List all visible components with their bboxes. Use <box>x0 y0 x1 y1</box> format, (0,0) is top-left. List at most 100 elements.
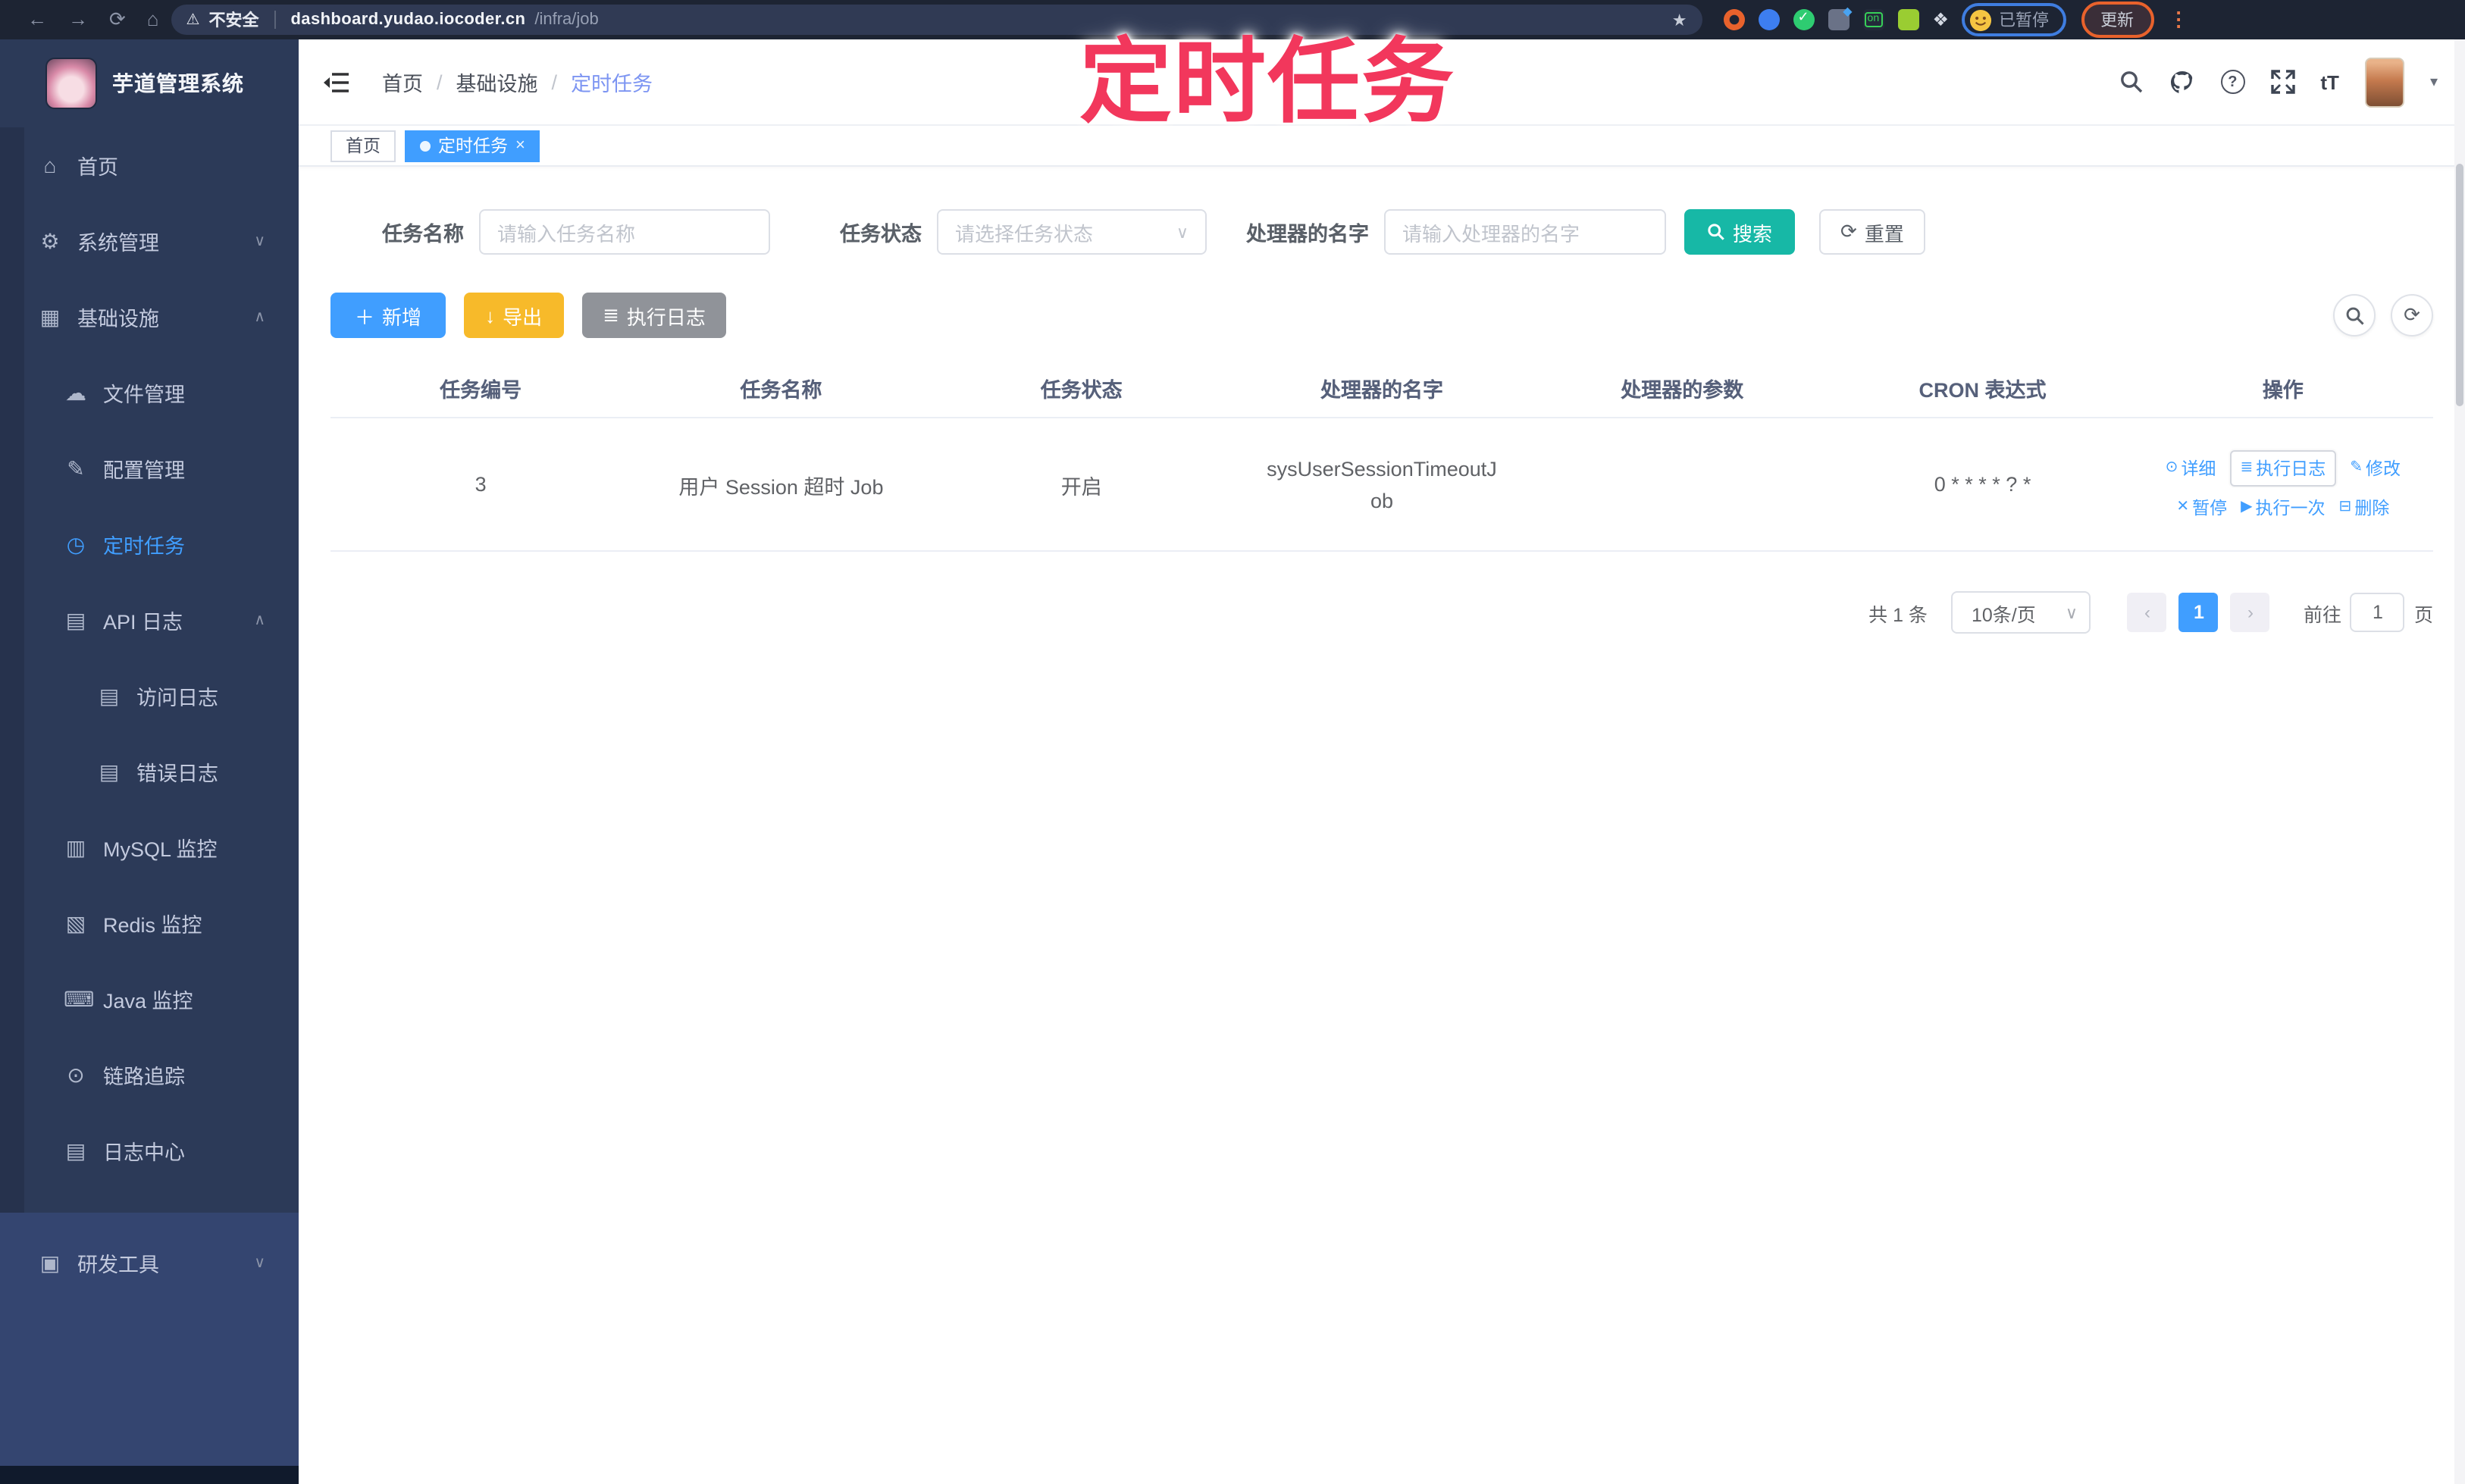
edit-link[interactable]: ✎ 修改 <box>2350 456 2401 480</box>
back-icon[interactable]: ← <box>27 0 47 39</box>
sidebar-item-config-management[interactable]: ✎ 配置管理 <box>0 430 299 506</box>
page-size-select[interactable]: 10条/页 ∨ <box>1951 591 2091 634</box>
browser-menu-icon[interactable]: ⋮ <box>2169 8 2188 32</box>
extensions-area: ❖ <box>1723 5 1950 30</box>
extensions-puzzle-icon[interactable]: ❖ <box>1933 9 1950 30</box>
main-area: 首页 / 基础设施 / 定时任务 ? tT ▾ 首页 定时任务 × 任务名称 请… <box>299 39 2465 1484</box>
scrollbar-thumb[interactable] <box>2456 164 2463 406</box>
sidebar-item-redis-monitor[interactable]: ▧ Redis 监控 <box>0 885 299 961</box>
sidebar-item-mysql-monitor[interactable]: ▥ MySQL 监控 <box>0 809 299 885</box>
run-once-label: 执行一次 <box>2255 499 2326 518</box>
tab-scheduled-jobs[interactable]: 定时任务 × <box>405 130 540 161</box>
add-button[interactable]: ＋ 新增 <box>330 293 446 338</box>
user-menu-caret-icon[interactable]: ▾ <box>2430 74 2438 90</box>
extension-icon-key[interactable] <box>1897 9 1919 30</box>
row-exec-log-link[interactable]: ≣ 执行日志 <box>2229 449 2337 486</box>
url-domain: dashboard.yudao.iocoder.cn <box>290 11 526 29</box>
reset-button-label: 重置 <box>1864 222 1904 245</box>
table-toolbar: ＋ 新增 ↓ 导出 ≣ 执行日志 ⟳ <box>330 293 2433 338</box>
top-navbar: 首页 / 基础设施 / 定时任务 ? tT ▾ <box>299 39 2465 126</box>
page-scrollbar[interactable] <box>2454 39 2465 1484</box>
sidebar-item-label: 基础设施 <box>77 308 159 330</box>
export-button[interactable]: ↓ 导出 <box>464 293 564 338</box>
github-icon[interactable] <box>2169 70 2194 94</box>
next-page-button[interactable]: › <box>2230 593 2270 632</box>
help-icon[interactable]: ? <box>2220 70 2245 94</box>
extension-icon-green-check[interactable] <box>1793 9 1815 30</box>
sidebar-item-tracing[interactable]: ⊙ 链路追踪 <box>0 1037 299 1113</box>
app-title: 芋道管理系统 <box>112 71 244 95</box>
breadcrumb-infrastructure[interactable]: 基础设施 <box>456 67 538 97</box>
detail-link[interactable]: ⊙ 详细 <box>2166 456 2216 480</box>
font-size-icon[interactable]: tT <box>2320 70 2339 93</box>
extension-icon-blue[interactable] <box>1758 9 1780 30</box>
extension-icon-grid[interactable] <box>1828 5 1853 30</box>
job-status-label: 任务状态 <box>840 223 922 246</box>
job-name-placeholder: 请输入任务名称 <box>497 222 636 245</box>
sidebar-item-access-log[interactable]: ▤ 访问日志 <box>0 658 299 734</box>
forward-icon[interactable]: → <box>68 0 88 39</box>
tab-close-icon[interactable]: × <box>515 136 525 155</box>
sidebar-item-label: 日志中心 <box>103 1141 185 1164</box>
sidebar-item-error-log[interactable]: ▤ 错误日志 <box>0 734 299 809</box>
edit-icon: ✎ <box>67 456 85 480</box>
profile-paused-badge[interactable]: 已暂停 <box>1961 3 2066 36</box>
tab-bar: 首页 定时任务 × <box>299 126 2465 167</box>
goto-page-input[interactable]: 1 <box>2350 593 2405 632</box>
col-handler-param: 处理器的参数 <box>1621 379 1744 402</box>
list-icon: ≣ <box>2240 459 2254 476</box>
tab-home[interactable]: 首页 <box>330 130 396 161</box>
sidebar-item-home[interactable]: ⌂ 首页 <box>0 127 299 203</box>
browser-nav: ← → ⟳ ⌂ <box>12 0 171 39</box>
pause-link[interactable]: ✕ 暂停 <box>2176 495 2227 519</box>
refresh-table-button[interactable]: ⟳ <box>2391 294 2433 337</box>
job-status-placeholder: 请选择任务状态 <box>955 222 1094 245</box>
sidebar-fold-icon[interactable] <box>323 70 349 93</box>
sidebar-item-system-management[interactable]: ⚙ 系统管理 ∨ <box>0 203 299 279</box>
navbar-actions: ? tT ▾ <box>2119 57 2438 107</box>
reload-icon[interactable]: ⟳ <box>109 0 126 39</box>
browser-update-button[interactable]: 更新 <box>2081 2 2154 38</box>
user-avatar[interactable] <box>2364 57 2404 107</box>
sidebar-item-scheduled-jobs[interactable]: ◷ 定时任务 <box>0 506 299 582</box>
cell-handler-name: sysUserSessionTimeoutJob <box>1232 437 1532 531</box>
chevron-up-icon: ∧ <box>254 612 265 628</box>
breadcrumb: 首页 / 基础设施 / 定时任务 <box>382 67 653 97</box>
extension-icon-on-badge[interactable] <box>1862 9 1884 30</box>
fullscreen-icon[interactable] <box>2270 70 2295 94</box>
sidebar: 芋道管理系统 ⌂ 首页 ⚙ 系统管理 ∨ ▦ 基础设施 ∧ ☁ 文件管理 ✎ 配… <box>0 39 299 1484</box>
security-warning-label[interactable]: 不安全 <box>208 8 258 32</box>
table-row: 3 用户 Session 超时 Job 开启 sysUserSessionTim… <box>330 418 2433 552</box>
edit-icon: ✎ <box>2350 459 2363 476</box>
search-icon[interactable] <box>2119 70 2143 94</box>
search-button[interactable]: 搜索 <box>1684 209 1796 255</box>
breadcrumb-home[interactable]: 首页 <box>382 67 423 97</box>
exec-log-button[interactable]: ≣ 执行日志 <box>581 293 727 338</box>
address-bar[interactable]: ⚠ 不安全 dashboard.yudao.iocoder.cn /infra/… <box>171 5 1702 35</box>
run-once-link[interactable]: ▶ 执行一次 <box>2241 495 2325 519</box>
sidebar-item-log-center[interactable]: ▤ 日志中心 <box>0 1113 299 1188</box>
extension-icon-orange[interactable] <box>1723 9 1745 30</box>
job-status-select[interactable]: 请选择任务状态 ∨ <box>937 209 1207 255</box>
sidebar-logo-row[interactable]: 芋道管理系统 <box>0 39 299 127</box>
delete-link[interactable]: ⊟ 删除 <box>2339 495 2390 519</box>
bookmark-star-icon[interactable]: ★ <box>1672 10 1687 30</box>
toggle-search-button[interactable] <box>2333 294 2376 337</box>
sidebar-item-file-management[interactable]: ☁ 文件管理 <box>0 355 299 430</box>
reset-button[interactable]: ⟳ 重置 <box>1819 209 1925 255</box>
sidebar-item-dev-tools[interactable]: ▣ 研发工具 ∨ <box>0 1225 299 1301</box>
page-1-button[interactable]: 1 <box>2178 593 2219 632</box>
sidebar-item-java-monitor[interactable]: ⌨ Java 监控 <box>0 961 299 1037</box>
sidebar-item-infrastructure[interactable]: ▦ 基础设施 ∧ <box>0 279 299 355</box>
col-handler-name: 处理器的名字 <box>1320 379 1443 402</box>
sidebar-item-api-log[interactable]: ▤ API 日志 ∧ <box>0 582 299 658</box>
url-path: /infra/job <box>534 11 599 29</box>
browser-toolbar: ← → ⟳ ⌂ ⚠ 不安全 dashboard.yudao.iocoder.cn… <box>0 0 2465 39</box>
play-icon: ▶ <box>2241 499 2253 515</box>
prev-page-button[interactable]: ‹ <box>2127 593 2167 632</box>
col-job-id: 任务编号 <box>440 379 522 402</box>
breadcrumb-separator: / <box>437 70 443 93</box>
job-name-input[interactable]: 请输入任务名称 <box>479 209 770 255</box>
home-icon[interactable]: ⌂ <box>147 0 159 39</box>
handler-name-input[interactable]: 请输入处理器的名字 <box>1384 209 1666 255</box>
